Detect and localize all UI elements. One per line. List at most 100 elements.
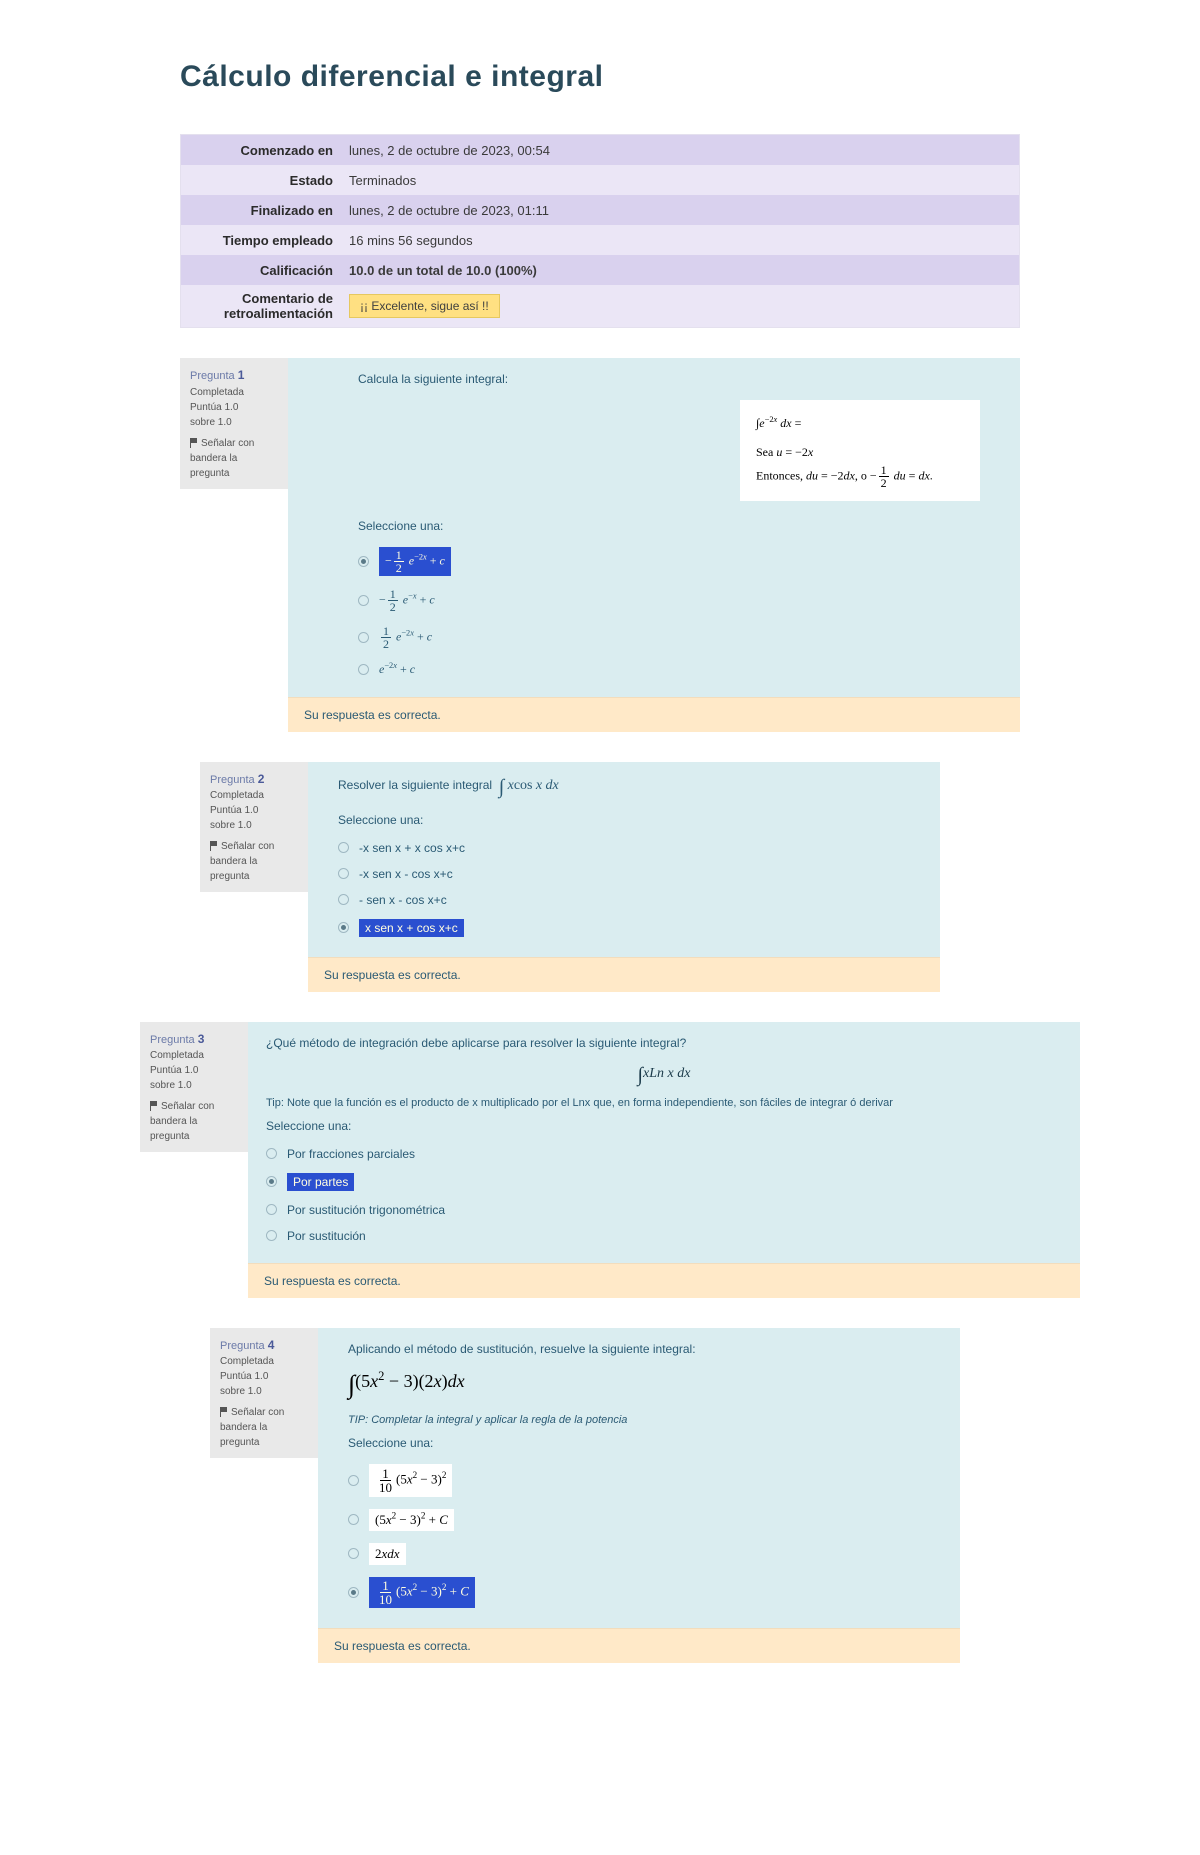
option[interactable]: 2xdx — [348, 1537, 942, 1571]
summary-label: Tiempo empleado — [181, 227, 341, 254]
question-3: Pregunta 3 Completada Puntúa 1.0sobre 1.… — [140, 1022, 1080, 1298]
radio-icon — [338, 894, 349, 905]
summary-row: Tiempo empleado 16 mins 56 segundos — [181, 225, 1019, 255]
radio-icon — [358, 556, 369, 567]
option-text: Por partes — [287, 1173, 354, 1191]
question-2: Pregunta 2 Completada Puntúa 1.0sobre 1.… — [200, 762, 940, 992]
option-text: -x sen x - cos x+c — [359, 867, 453, 881]
summary-label: Calificación — [181, 257, 341, 284]
flag-icon — [220, 1407, 228, 1417]
options: −12 e−2x + c −12 e−x + c 12 e−2x + c e−2… — [358, 541, 980, 683]
feedback-badge: ¡¡ Excelente, sigue así !! — [349, 294, 500, 318]
question-state: Completada — [190, 385, 278, 400]
radio-icon — [266, 1230, 277, 1241]
question-body: ¿Qué método de integración debe aplicars… — [248, 1022, 1080, 1298]
question-score: Puntúa 1.0sobre 1.0 — [220, 1369, 308, 1399]
option[interactable]: (5x2 − 3)2 + C — [348, 1503, 942, 1537]
option[interactable]: x sen x + cos x+c — [338, 913, 922, 943]
radio-icon — [348, 1548, 359, 1559]
option[interactable]: -x sen x + x cos x+c — [338, 835, 922, 861]
question-number: Pregunta 4 — [220, 1336, 308, 1355]
option[interactable]: Por partes — [266, 1167, 1062, 1197]
radio-icon — [266, 1204, 277, 1215]
answer-feedback: Su respuesta es correcta. — [248, 1263, 1080, 1298]
option-text: Por sustitución trigonométrica — [287, 1203, 445, 1217]
question-number: Pregunta 2 — [210, 770, 298, 789]
radio-icon — [348, 1475, 359, 1486]
radio-icon — [266, 1176, 277, 1187]
radio-icon — [338, 842, 349, 853]
option[interactable]: -x sen x - cos x+c — [338, 861, 922, 887]
summary-label: Finalizado en — [181, 197, 341, 224]
option-text: (5x2 − 3)2 + C — [369, 1509, 454, 1531]
question-number: Pregunta 3 — [150, 1030, 238, 1049]
radio-icon — [358, 595, 369, 606]
flag-icon — [210, 841, 218, 851]
page-title: Cálculo diferencial e integral — [180, 60, 1200, 94]
radio-icon — [358, 664, 369, 675]
radio-icon — [348, 1587, 359, 1598]
summary-value: 16 mins 56 segundos — [341, 227, 1019, 254]
answer-feedback: Su respuesta es correcta. — [288, 697, 1020, 732]
option[interactable]: Por sustitución trigonométrica — [266, 1197, 1062, 1223]
option[interactable]: 12 e−2x + c — [358, 619, 980, 656]
option-text: - sen x - cos x+c — [359, 893, 447, 907]
option-text: 110(5x2 − 3)2 + C — [369, 1577, 475, 1608]
option-text: −12 e−2x + c — [379, 547, 451, 576]
question-1: Pregunta 1 Completada Puntúa 1.0sobre 1.… — [180, 358, 1020, 732]
select-one-label: Seleccione una: — [266, 1119, 1062, 1133]
question-score: Puntúa 1.0sobre 1.0 — [190, 400, 278, 430]
question-4: Pregunta 4 Completada Puntúa 1.0sobre 1.… — [210, 1328, 960, 1663]
summary-row: Finalizado en lunes, 2 de octubre de 202… — [181, 195, 1019, 225]
option-text: e−2x + c — [379, 662, 415, 677]
select-one-label: Seleccione una: — [348, 1436, 942, 1450]
summary-value: Terminados — [341, 167, 1019, 194]
summary-row-feedback: Comentario de retroalimentación ¡¡ Excel… — [181, 285, 1019, 327]
flag-question-link[interactable]: Señalar con bandera la pregunta — [220, 1405, 308, 1450]
question-body: Resolver la siguiente integral ∫ xcos x … — [308, 762, 940, 992]
option[interactable]: e−2x + c — [358, 656, 980, 683]
summary-row: Estado Terminados — [181, 165, 1019, 195]
radio-icon — [358, 632, 369, 643]
summary-row: Comenzado en lunes, 2 de octubre de 2023… — [181, 135, 1019, 165]
option-text: Por sustitución — [287, 1229, 366, 1243]
summary-value: ¡¡ Excelente, sigue así !! — [341, 288, 1019, 324]
option-text: 2xdx — [369, 1543, 406, 1565]
question-prompt: Resolver la siguiente integral ∫ xcos x … — [338, 776, 922, 799]
option-text: -x sen x + x cos x+c — [359, 841, 465, 855]
question-info: Pregunta 1 Completada Puntúa 1.0sobre 1.… — [180, 358, 288, 489]
options: Por fracciones parciales Por partes Por … — [266, 1141, 1062, 1249]
radio-icon — [266, 1148, 277, 1159]
option[interactable]: Por sustitución — [266, 1223, 1062, 1249]
option[interactable]: −12 e−2x + c — [358, 541, 980, 582]
quiz-summary-table: Comenzado en lunes, 2 de octubre de 2023… — [180, 134, 1020, 328]
option[interactable]: 110(5x2 − 3)2 — [348, 1458, 942, 1503]
option[interactable]: −12 e−x + c — [358, 582, 980, 619]
radio-icon — [338, 868, 349, 879]
option-text: 110(5x2 − 3)2 — [369, 1464, 452, 1497]
question-state: Completada — [210, 788, 298, 803]
question-info: Pregunta 4 Completada Puntúa 1.0sobre 1.… — [210, 1328, 318, 1459]
summary-label: Estado — [181, 167, 341, 194]
flag-question-link[interactable]: Señalar con bandera la pregunta — [190, 436, 278, 481]
options: -x sen x + x cos x+c -x sen x - cos x+c … — [338, 835, 922, 943]
flag-question-link[interactable]: Señalar con bandera la pregunta — [150, 1099, 238, 1144]
option-text: Por fracciones parciales — [287, 1147, 415, 1161]
select-one-label: Seleccione una: — [338, 813, 922, 827]
flag-question-link[interactable]: Señalar con bandera la pregunta — [210, 839, 298, 884]
option[interactable]: - sen x - cos x+c — [338, 887, 922, 913]
radio-icon — [338, 922, 349, 933]
option-text: 12 e−2x + c — [379, 625, 432, 650]
question-info: Pregunta 2 Completada Puntúa 1.0sobre 1.… — [200, 762, 308, 893]
question-tip: Tip: Note que la función es el producto … — [266, 1097, 1062, 1109]
option[interactable]: Por fracciones parciales — [266, 1141, 1062, 1167]
question-body: Calcula la siguiente integral: ∫e−2x dx … — [288, 358, 1020, 732]
question-state: Completada — [220, 1354, 308, 1369]
option[interactable]: 110(5x2 − 3)2 + C — [348, 1571, 942, 1614]
flag-icon — [190, 438, 198, 448]
summary-value: lunes, 2 de octubre de 2023, 01:11 — [341, 197, 1019, 224]
math-derivation-box: ∫e−2x dx = Sea u = −2x Entonces, du = −2… — [740, 400, 980, 501]
options: 110(5x2 − 3)2 (5x2 − 3)2 + C 2xdx 110(5x… — [348, 1458, 942, 1614]
summary-value: lunes, 2 de octubre de 2023, 00:54 — [341, 137, 1019, 164]
question-number: Pregunta 1 — [190, 366, 278, 385]
